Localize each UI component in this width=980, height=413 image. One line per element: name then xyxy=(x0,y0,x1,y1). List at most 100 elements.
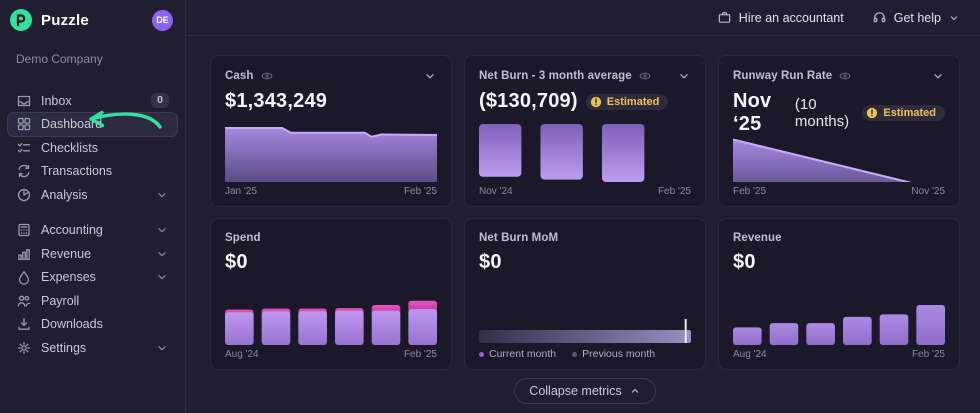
sidebar-item-analysis[interactable]: Analysis xyxy=(8,183,177,207)
chevron-down-icon xyxy=(155,223,169,237)
sidebar-item-label: Dashboard xyxy=(41,117,102,131)
sidebar-item-label: Revenue xyxy=(41,247,91,261)
cash-chart xyxy=(225,124,437,182)
sidebar-item-transactions[interactable]: Transactions xyxy=(8,160,177,184)
card-title: Spend xyxy=(225,232,261,244)
avatar[interactable]: DE xyxy=(152,10,173,31)
chevron-up-icon xyxy=(629,385,641,397)
legend-entry-current: Current month xyxy=(479,348,556,360)
eye-icon[interactable] xyxy=(838,69,852,83)
card-value: $0 xyxy=(733,251,756,274)
checklist-icon xyxy=(16,140,32,156)
chevron-down-icon xyxy=(155,341,169,355)
dashboard-content: Cash $1,343,249 Jan '25 Feb '25 Net Burn… xyxy=(186,36,980,404)
puzzle-logo-icon xyxy=(10,9,32,31)
downloads-icon xyxy=(16,316,32,332)
card-title: Net Burn - 3 month average xyxy=(479,70,632,82)
expenses-icon xyxy=(16,269,32,285)
card-title: Net Burn MoM xyxy=(479,232,558,244)
metric-card-runway: Runway Run Rate Nov ‘25 (10 months) Esti… xyxy=(718,55,960,207)
card-value: $1,343,249 xyxy=(225,90,327,113)
get-help-button[interactable]: Get help xyxy=(872,10,960,25)
legend-dot-current xyxy=(479,352,484,357)
chart-legend: Current month Previous month xyxy=(479,348,691,360)
collapse-metrics-button[interactable]: Collapse metrics xyxy=(514,378,655,404)
x-axis-label-left: Nov '24 xyxy=(479,186,513,197)
x-axis-label-right: Feb '25 xyxy=(404,349,437,360)
sidebar-item-label: Transactions xyxy=(41,164,112,178)
estimated-badge: Estimated xyxy=(586,94,669,110)
sidebar-item-downloads[interactable]: Downloads xyxy=(8,313,177,337)
sidebar-item-label: Checklists xyxy=(41,141,98,155)
net-burn-chart xyxy=(479,124,691,182)
sidebar-item-label: Accounting xyxy=(41,223,103,237)
x-axis-label-right: Nov '25 xyxy=(911,186,945,197)
chevron-down-icon xyxy=(948,12,960,24)
card-value: ($130,709) xyxy=(479,90,578,113)
eye-icon[interactable] xyxy=(638,69,652,83)
x-axis-label-left: Jan '25 xyxy=(225,186,257,197)
metric-card-net-burn-mom: Net Burn MoM $0 Current month Previous m… xyxy=(464,218,706,370)
sidebar-item-label: Downloads xyxy=(41,317,103,331)
sidebar-nav: Inbox 0 Dashboard Checklists Transaction… xyxy=(0,89,185,360)
brand: Puzzle DE xyxy=(0,9,185,31)
sidebar-item-settings[interactable]: Settings xyxy=(8,336,177,360)
estimated-badge-label: Estimated xyxy=(883,107,936,119)
sidebar: Puzzle DE Demo Company Inbox 0 Dashboard… xyxy=(0,0,186,413)
x-axis-label-left: Feb '25 xyxy=(733,186,766,197)
sidebar-item-expenses[interactable]: Expenses xyxy=(8,266,177,290)
dashboard-icon xyxy=(16,116,32,132)
sidebar-item-label: Settings xyxy=(41,341,86,355)
legend-entry-previous: Previous month xyxy=(572,348,655,360)
sidebar-item-label: Expenses xyxy=(41,270,96,284)
headset-icon xyxy=(872,10,887,25)
estimated-badge-label: Estimated xyxy=(607,96,660,108)
estimated-badge: Estimated xyxy=(862,105,945,121)
chevron-down-icon[interactable] xyxy=(423,69,437,83)
inbox-count-badge: 0 xyxy=(151,93,169,108)
card-title: Revenue xyxy=(733,232,782,244)
card-title: Runway Run Rate xyxy=(733,70,832,82)
card-value: Nov ‘25 xyxy=(733,90,787,136)
sidebar-item-label: Inbox xyxy=(41,94,72,108)
card-value: $0 xyxy=(479,251,502,274)
chevron-down-icon xyxy=(155,188,169,202)
eye-icon[interactable] xyxy=(260,69,274,83)
topbar: Hire an accountant Get help xyxy=(186,0,980,36)
payroll-icon xyxy=(16,293,32,309)
warning-icon xyxy=(866,107,878,119)
sidebar-item-revenue[interactable]: Revenue xyxy=(8,242,177,266)
sidebar-item-accounting[interactable]: Accounting xyxy=(8,219,177,243)
app-name: Puzzle xyxy=(41,12,89,29)
sidebar-item-checklists[interactable]: Checklists xyxy=(8,136,177,160)
sidebar-item-inbox[interactable]: Inbox 0 xyxy=(8,89,177,113)
revenue-chart xyxy=(733,293,945,345)
company-name: Demo Company xyxy=(0,52,185,66)
sidebar-item-label: Payroll xyxy=(41,294,79,308)
chevron-down-icon xyxy=(155,270,169,284)
accounting-icon xyxy=(16,222,32,238)
sidebar-item-dashboard[interactable]: Dashboard xyxy=(8,113,177,137)
card-title: Cash xyxy=(225,70,254,82)
metric-card-cash: Cash $1,343,249 Jan '25 Feb '25 xyxy=(210,55,452,207)
analysis-icon xyxy=(16,187,32,203)
legend-dot-previous xyxy=(572,352,577,357)
metric-card-spend: Spend $0 Aug '24 Feb '25 xyxy=(210,218,452,370)
metric-card-net-burn: Net Burn - 3 month average ($130,709) Es… xyxy=(464,55,706,207)
spend-chart xyxy=(225,293,437,345)
x-axis-label-right: Feb '25 xyxy=(912,349,945,360)
hire-accountant-button[interactable]: Hire an accountant xyxy=(717,10,844,25)
sidebar-item-payroll[interactable]: Payroll xyxy=(8,289,177,313)
chevron-down-icon[interactable] xyxy=(931,69,945,83)
x-axis-label-left: Aug '24 xyxy=(733,349,767,360)
card-value-note: (10 months) xyxy=(795,96,855,130)
chevron-down-icon[interactable] xyxy=(677,69,691,83)
card-value: $0 xyxy=(225,251,248,274)
get-help-label: Get help xyxy=(894,11,941,25)
transactions-icon xyxy=(16,163,32,179)
net-burn-mom-chart xyxy=(479,319,691,343)
main-area: Hire an accountant Get help Cash $1,343,… xyxy=(186,0,980,413)
sidebar-item-label: Analysis xyxy=(41,188,88,202)
x-axis-label-right: Feb '25 xyxy=(404,186,437,197)
runway-chart xyxy=(733,136,945,182)
